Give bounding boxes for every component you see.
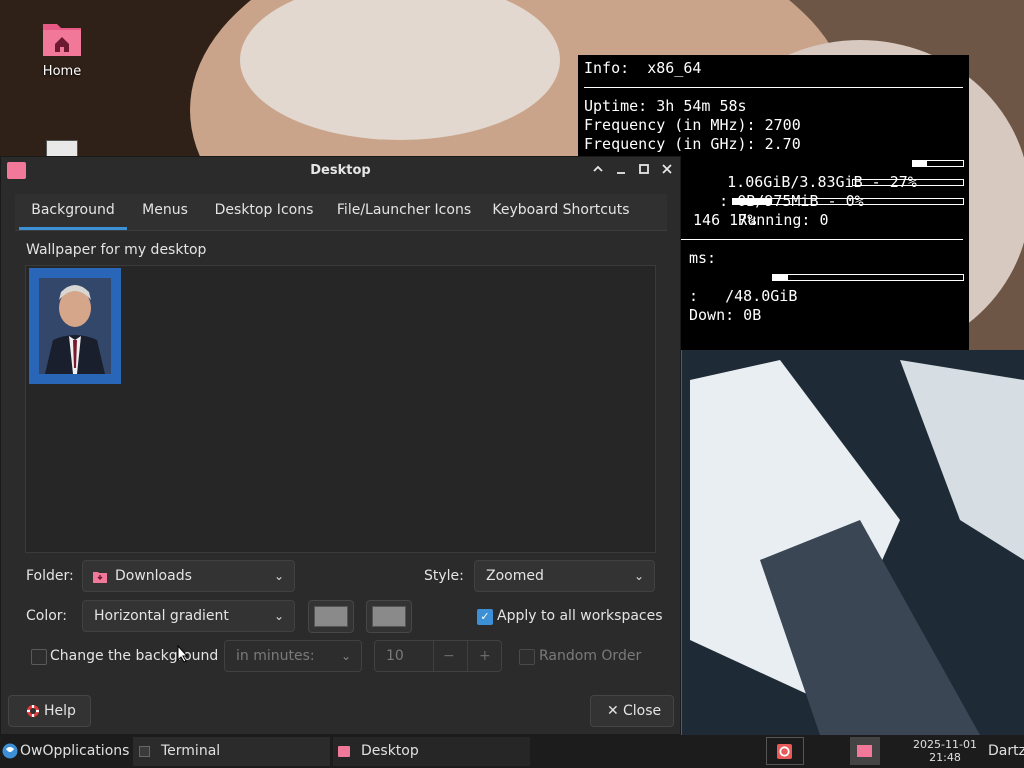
tab-menus[interactable]: Menus xyxy=(135,194,195,230)
home-label: Home xyxy=(42,64,82,79)
chevron-down-icon: ⌄ xyxy=(273,609,284,623)
style-value: Zoomed xyxy=(486,568,544,584)
apply-all-checkbox[interactable]: ✓ xyxy=(477,609,493,625)
close-window-button[interactable] xyxy=(657,161,677,181)
conky-separator xyxy=(584,87,963,88)
maximize-icon xyxy=(639,164,649,174)
clock[interactable]: 2025-11-01 21:48 xyxy=(903,738,987,764)
folder-combo[interactable]: Downloads ⌄ xyxy=(82,560,295,592)
desktop-app-icon xyxy=(338,746,350,757)
minutes-spinbutton[interactable]: 10 − + xyxy=(374,640,502,672)
folder-label: Folder: xyxy=(26,568,74,584)
close-label: Close xyxy=(623,703,662,719)
conky-uptime: Uptime: 3h 54m 58s xyxy=(584,97,747,115)
task-desktop[interactable]: Desktop xyxy=(333,737,530,766)
minus-icon[interactable]: − xyxy=(443,641,455,671)
clock-date: 2025-11-01 xyxy=(913,738,977,751)
style-combo[interactable]: Zoomed ⌄ xyxy=(474,560,655,592)
color-label: Color: xyxy=(26,608,68,624)
close-icon xyxy=(662,164,672,174)
shade-button[interactable] xyxy=(588,161,608,181)
chevron-down-icon: ⌄ xyxy=(633,569,644,583)
wallpaper-thumbnail-image xyxy=(39,278,111,374)
conky-swap-bar xyxy=(852,179,964,186)
close-button[interactable]: ✕ Close xyxy=(590,695,674,727)
mouse-cursor-icon xyxy=(177,645,189,663)
chevron-up-icon xyxy=(593,165,603,172)
downloads-folder-icon xyxy=(93,572,107,583)
random-order-label[interactable]: Random Order xyxy=(539,648,641,664)
minimize-icon xyxy=(617,172,625,174)
window-title: Desktop xyxy=(310,163,371,178)
tab-file-launcher-icons[interactable]: File/Launcher Icons xyxy=(333,194,475,230)
style-label: Style: xyxy=(424,568,464,584)
terminal-icon xyxy=(139,746,150,757)
minimize-button[interactable] xyxy=(611,161,631,181)
task-terminal-label: Terminal xyxy=(161,743,221,759)
apply-all-label[interactable]: Apply to all workspaces xyxy=(497,608,663,624)
change-background-checkbox[interactable] xyxy=(31,649,47,665)
color-combo[interactable]: Horizontal gradient ⌄ xyxy=(82,600,295,632)
desktop-app-icon xyxy=(857,745,872,757)
color-swatch-2[interactable] xyxy=(366,600,412,633)
tab-bar: Background Menus Desktop Icons File/Laun… xyxy=(15,194,667,231)
app-menu-icon xyxy=(2,743,18,759)
applications-menu-button[interactable]: OwOpplications xyxy=(2,737,130,766)
tab-keyboard-shortcuts[interactable]: Keyboard Shortcuts xyxy=(487,194,635,230)
tray-item-2[interactable] xyxy=(850,737,880,765)
interval-value: in minutes: xyxy=(236,648,315,664)
user-name: Dartz xyxy=(988,743,1024,759)
desktop-icon-home[interactable]: Home xyxy=(20,18,104,79)
clock-time: 21:48 xyxy=(929,751,961,764)
lifebuoy-icon xyxy=(777,744,792,759)
chevron-down-icon: ⌄ xyxy=(340,649,351,663)
window-titlebar[interactable]: Desktop xyxy=(1,157,680,185)
tab-background[interactable]: Background xyxy=(19,194,127,230)
task-desktop-label: Desktop xyxy=(361,743,419,759)
help-button[interactable]: Help xyxy=(8,695,91,727)
user-menu[interactable]: Dartz xyxy=(988,737,1024,766)
plus-icon[interactable]: + xyxy=(479,641,491,671)
conky-cpu-bar xyxy=(732,198,964,205)
conky-info: Info: x86_64 xyxy=(584,59,702,77)
color-value: Horizontal gradient xyxy=(94,608,229,624)
conky-ram-bar xyxy=(912,160,964,167)
conky-freq-mhz: Frequency (in MHz): 2700 xyxy=(584,116,801,134)
conky-fs-bar xyxy=(772,274,964,281)
folder-value: Downloads xyxy=(115,568,192,584)
random-order-checkbox[interactable] xyxy=(519,649,535,665)
task-terminal[interactable]: Terminal xyxy=(133,737,330,766)
tray-item-1[interactable] xyxy=(766,737,804,765)
tab-desktop-icons[interactable]: Desktop Icons xyxy=(207,194,321,230)
home-folder-icon xyxy=(43,24,81,56)
help-label: Help xyxy=(44,703,76,719)
interval-combo[interactable]: in minutes: ⌄ xyxy=(224,640,362,672)
change-background-label[interactable]: Change the background xyxy=(50,648,218,664)
minutes-value: 10 xyxy=(386,648,404,664)
conky-freq-ghz: Frequency (in GHz): 2.70 xyxy=(584,135,801,153)
lifebuoy-icon xyxy=(27,705,39,717)
color-swatch-1[interactable] xyxy=(308,600,354,633)
chevron-down-icon: ⌄ xyxy=(273,569,284,583)
maximize-button[interactable] xyxy=(634,161,654,181)
close-icon: ✕ xyxy=(607,703,619,719)
applications-menu-label: OwOpplications xyxy=(20,743,130,759)
wallpaper-label: Wallpaper for my desktop xyxy=(26,242,207,258)
taskbar: OwOpplications Terminal Desktop 2025-11-… xyxy=(0,735,1024,768)
